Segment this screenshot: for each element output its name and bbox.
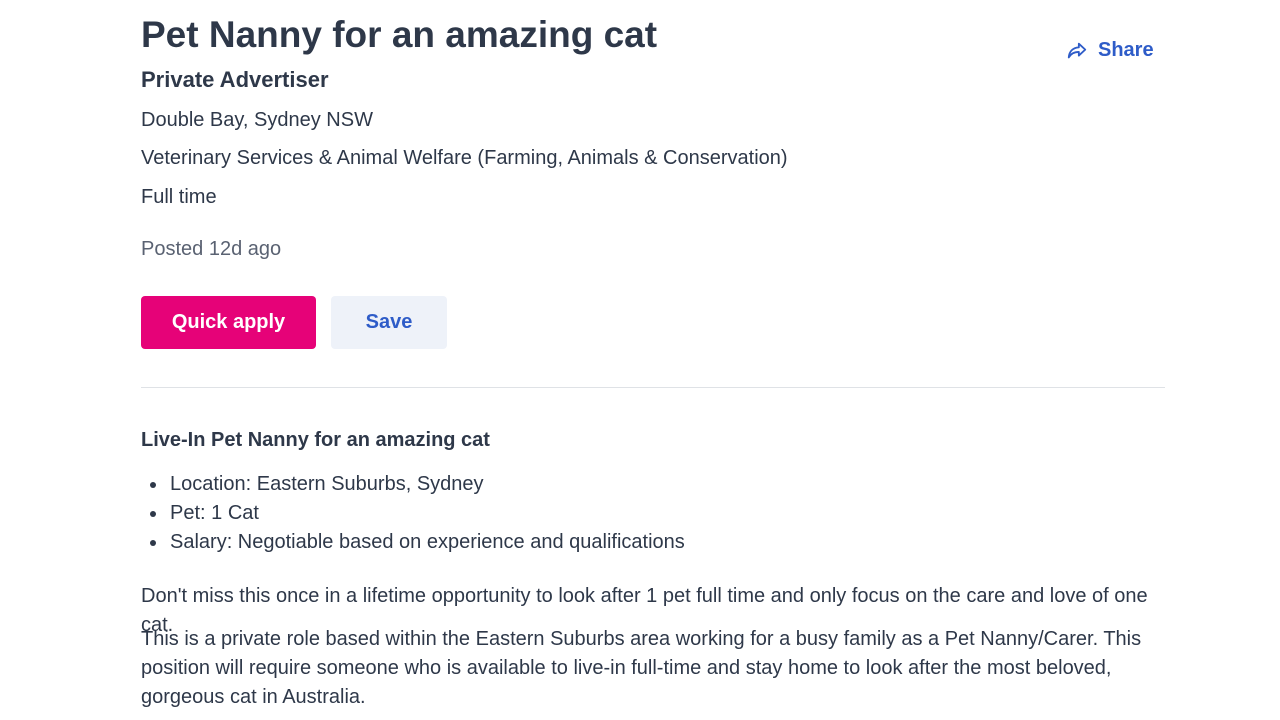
- job-highlights-list: Location: Eastern Suburbs, Sydney Pet: 1…: [141, 470, 685, 557]
- share-arrow-icon: [1066, 40, 1088, 62]
- share-label: Share: [1098, 39, 1154, 61]
- job-location: Double Bay, Sydney NSW: [141, 109, 373, 131]
- quick-apply-button[interactable]: Quick apply: [141, 296, 316, 349]
- list-item: Pet: 1 Cat: [141, 499, 685, 528]
- posted-date: Posted 12d ago: [141, 238, 282, 260]
- divider: [141, 387, 1165, 388]
- job-work-type: Full time: [141, 186, 217, 208]
- save-button[interactable]: Save: [331, 296, 447, 349]
- list-item: Location: Eastern Suburbs, Sydney: [141, 470, 685, 499]
- job-details-page: Pet Nanny for an amazing cat Share Priva…: [0, 0, 1280, 720]
- share-button[interactable]: Share: [1066, 39, 1154, 62]
- list-item: Salary: Negotiable based on experience a…: [141, 528, 685, 557]
- description-heading: Live-In Pet Nanny for an amazing cat: [141, 429, 490, 451]
- advertiser-name: Private Advertiser: [141, 67, 329, 92]
- job-category: Veterinary Services & Animal Welfare (Fa…: [141, 147, 788, 169]
- description-paragraph: This is a private role based within the …: [141, 628, 1142, 708]
- job-title: Pet Nanny for an amazing cat: [141, 14, 658, 55]
